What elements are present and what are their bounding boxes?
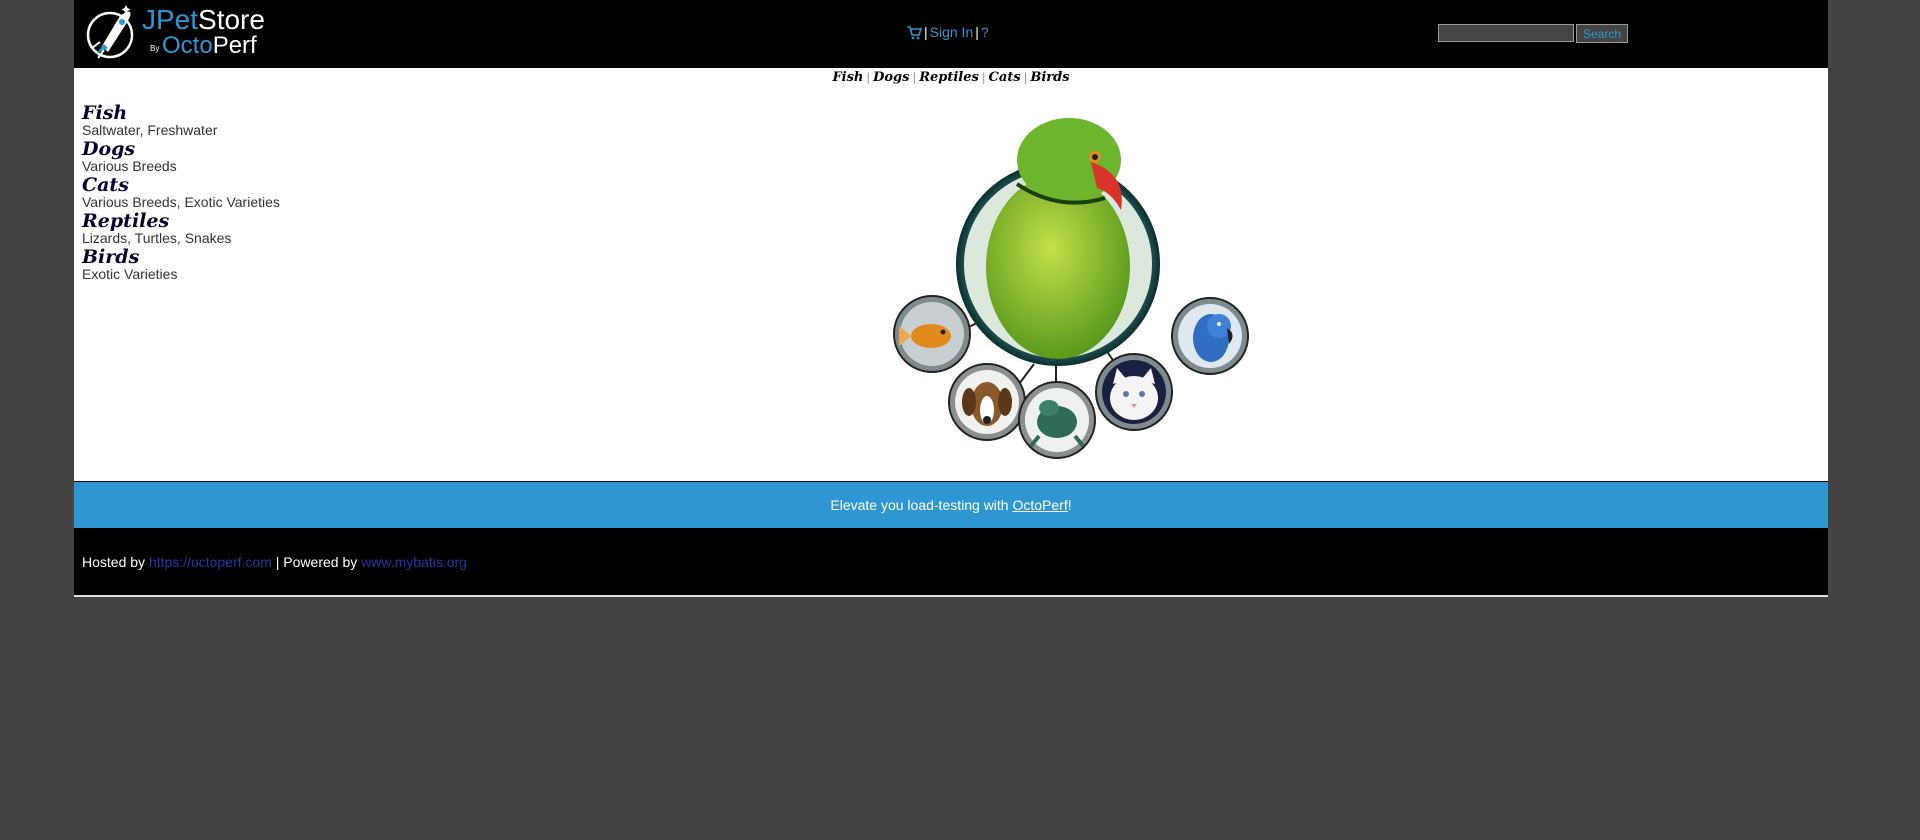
hosted-by-label: Hosted by	[82, 554, 149, 570]
category-desc: Various Breeds	[82, 158, 177, 174]
cat-circle[interactable]	[1095, 353, 1173, 431]
category-birds: Birds Exotic Varieties	[82, 248, 280, 283]
quicklink-separator: |	[912, 71, 917, 84]
bird-circle-small[interactable]	[1171, 297, 1249, 375]
category-title-cats[interactable]: Cats	[82, 176, 280, 195]
powered-link[interactable]: www.mybatis.org	[361, 554, 467, 570]
logo-by: By	[150, 44, 160, 53]
main-content: Fish | Dogs | Reptiles | Cats | Birds Fish Saltw…	[74, 68, 1828, 481]
category-reptiles: Reptiles Lizards, Turtles, Snakes	[82, 212, 280, 247]
quicklink-separator: |	[981, 71, 986, 84]
menu-separator: |	[924, 24, 928, 40]
banner-suffix: !	[1067, 497, 1072, 513]
help-link[interactable]: ?	[981, 24, 989, 40]
quicklink-separator: |	[1023, 71, 1028, 84]
rocket-icon	[86, 5, 134, 59]
hosted-link[interactable]: https://octoperf.com	[149, 554, 272, 570]
category-desc: Various Breeds, Exotic Varieties	[82, 194, 280, 210]
quicklink-cats[interactable]: Cats	[989, 70, 1021, 85]
sign-in-link[interactable]: Sign In	[930, 24, 974, 40]
quicklink-birds[interactable]: Birds	[1030, 70, 1069, 85]
fish-circle[interactable]	[893, 295, 971, 373]
category-dogs: Dogs Various Breeds	[82, 140, 280, 175]
reptile-circle[interactable]	[1018, 381, 1096, 459]
cart-link[interactable]	[906, 24, 922, 40]
category-desc: Exotic Varieties	[82, 266, 178, 282]
category-title-birds[interactable]: Birds	[82, 248, 280, 267]
search-input[interactable]	[1438, 24, 1574, 42]
quicklink-fish[interactable]: Fish	[832, 70, 863, 85]
quicklink-dogs[interactable]: Dogs	[873, 70, 909, 85]
quick-links: Fish | Dogs | Reptiles | Cats | Birds	[74, 68, 1828, 88]
footer: Hosted by https://octoperf.com | Powered…	[74, 530, 1828, 595]
category-fish: Fish Saltwater, Freshwater	[82, 104, 280, 139]
pet-category-map	[893, 118, 1249, 459]
dog-circle[interactable]	[948, 363, 1026, 441]
banner-text: Elevate you load-testing with	[830, 497, 1013, 513]
header: JPetStore By OctoPerf | Sign In |? Search	[74, 0, 1828, 66]
category-title-dogs[interactable]: Dogs	[82, 140, 280, 159]
header-menu: | Sign In |?	[906, 24, 989, 40]
powered-by-label: | Powered by	[271, 554, 362, 570]
search-button[interactable]: Search	[1576, 24, 1629, 43]
footer-text: Hosted by https://octoperf.com | Powered…	[82, 554, 467, 570]
footer-divider	[74, 595, 1828, 597]
sidebar: Fish Saltwater, Freshwater Dogs Various …	[82, 102, 280, 283]
octoperf-link[interactable]: OctoPerf	[1012, 497, 1067, 513]
promo-banner: Elevate you load-testing with OctoPerf!	[74, 482, 1828, 528]
quicklink-separator: |	[866, 71, 871, 84]
jpetstore-logo[interactable]: JPetStore By OctoPerf	[82, 2, 265, 62]
logo-subtitle: OctoPerf	[162, 32, 257, 59]
quicklink-reptiles[interactable]: Reptiles	[919, 70, 979, 85]
search-form: Search	[1438, 24, 1629, 43]
category-desc: Lizards, Turtles, Snakes	[82, 230, 232, 246]
menu-separator: |	[975, 24, 979, 40]
category-title-reptiles[interactable]: Reptiles	[82, 212, 280, 231]
category-cats: Cats Various Breeds, Exotic Varieties	[82, 176, 280, 211]
page-container: JPetStore By OctoPerf | Sign In |? Search …	[74, 0, 1828, 597]
cart-icon	[907, 26, 922, 40]
category-title-fish[interactable]: Fish	[82, 104, 280, 123]
bird-circle[interactable]	[956, 118, 1160, 366]
category-desc: Saltwater, Freshwater	[82, 122, 218, 138]
